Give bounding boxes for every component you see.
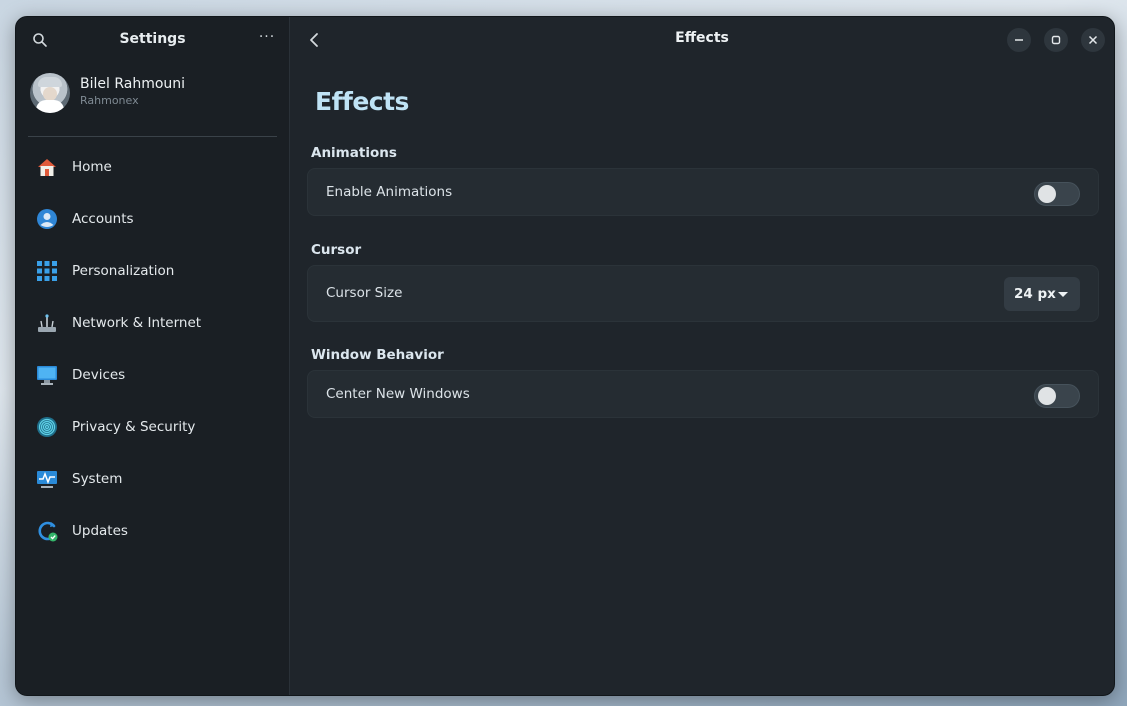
sidebar-item-label: Personalization: [72, 263, 175, 279]
maximize-button[interactable]: [1044, 28, 1068, 52]
minimize-icon: [1015, 39, 1023, 41]
enable-animations-toggle[interactable]: [1034, 182, 1080, 206]
section-title-cursor: Cursor: [311, 242, 362, 258]
fingerprint-icon: [37, 417, 57, 437]
enable-animations-row: Enable Animations: [307, 168, 1099, 216]
grid-icon: [37, 261, 57, 281]
sidebar-item-devices[interactable]: Devices: [16, 349, 289, 401]
sidebar: Settings ··· Bilel Rahmouni Rahmonex Hom…: [16, 17, 290, 695]
sidebar-item-accounts[interactable]: Accounts: [16, 193, 289, 245]
section-title-animations: Animations: [311, 145, 397, 161]
window-title: Effects: [675, 30, 729, 46]
sidebar-item-home[interactable]: Home: [16, 141, 289, 193]
titlebar: Effects: [290, 17, 1114, 63]
sidebar-item-label: Accounts: [72, 211, 134, 227]
center-new-windows-toggle[interactable]: [1034, 384, 1080, 408]
profile-name: Bilel Rahmouni: [80, 76, 186, 92]
maximize-icon: [1051, 35, 1061, 45]
chevron-down-icon: [1058, 292, 1068, 297]
settings-window: Settings ··· Bilel Rahmouni Rahmonex Hom…: [15, 16, 1115, 696]
update-icon: [38, 521, 58, 542]
section-title-window-behavior: Window Behavior: [311, 347, 444, 363]
sidebar-item-label: System: [72, 471, 123, 487]
sidebar-item-system[interactable]: System: [16, 453, 289, 505]
sidebar-item-privacy[interactable]: Privacy & Security: [16, 401, 289, 453]
sidebar-item-label: Network & Internet: [72, 315, 202, 331]
profile-handle: Rahmonex: [80, 94, 139, 107]
close-icon: [1088, 35, 1098, 45]
network-icon: [38, 314, 56, 332]
system-monitor-icon: [37, 471, 57, 488]
sidebar-item-updates[interactable]: Updates: [16, 505, 289, 557]
monitor-icon: [37, 366, 57, 385]
main-content: Effects Effects Animations Enable Animat…: [290, 17, 1114, 695]
toggle-knob: [1038, 387, 1056, 405]
cursor-size-label: Cursor Size: [326, 285, 403, 301]
sidebar-item-label: Privacy & Security: [72, 419, 196, 435]
account-icon: [37, 209, 57, 229]
sidebar-item-network[interactable]: Network & Internet: [16, 297, 289, 349]
center-new-windows-label: Center New Windows: [326, 386, 470, 402]
page-title: Effects: [315, 87, 409, 116]
sidebar-nav: Home Accounts Personalization Network & …: [16, 141, 289, 557]
avatar: [30, 73, 70, 113]
sidebar-title: Settings: [119, 31, 186, 47]
sidebar-item-label: Home: [72, 159, 112, 175]
user-profile[interactable]: Bilel Rahmouni Rahmonex: [28, 73, 277, 137]
cursor-size-row: Cursor Size 24 px: [307, 265, 1099, 322]
sidebar-item-personalization[interactable]: Personalization: [16, 245, 289, 297]
minimize-button[interactable]: [1007, 28, 1031, 52]
sidebar-item-label: Devices: [72, 367, 126, 383]
sidebar-item-label: Updates: [72, 523, 128, 539]
cursor-size-dropdown[interactable]: 24 px: [1004, 277, 1080, 311]
cursor-size-value: 24 px: [1014, 286, 1056, 302]
enable-animations-label: Enable Animations: [326, 184, 453, 200]
toggle-knob: [1038, 185, 1056, 203]
home-icon: [38, 159, 56, 176]
close-button[interactable]: [1081, 28, 1105, 52]
sidebar-header: Settings ···: [16, 17, 289, 63]
center-new-windows-row: Center New Windows: [307, 370, 1099, 418]
more-horizontal-icon[interactable]: ···: [256, 29, 278, 51]
